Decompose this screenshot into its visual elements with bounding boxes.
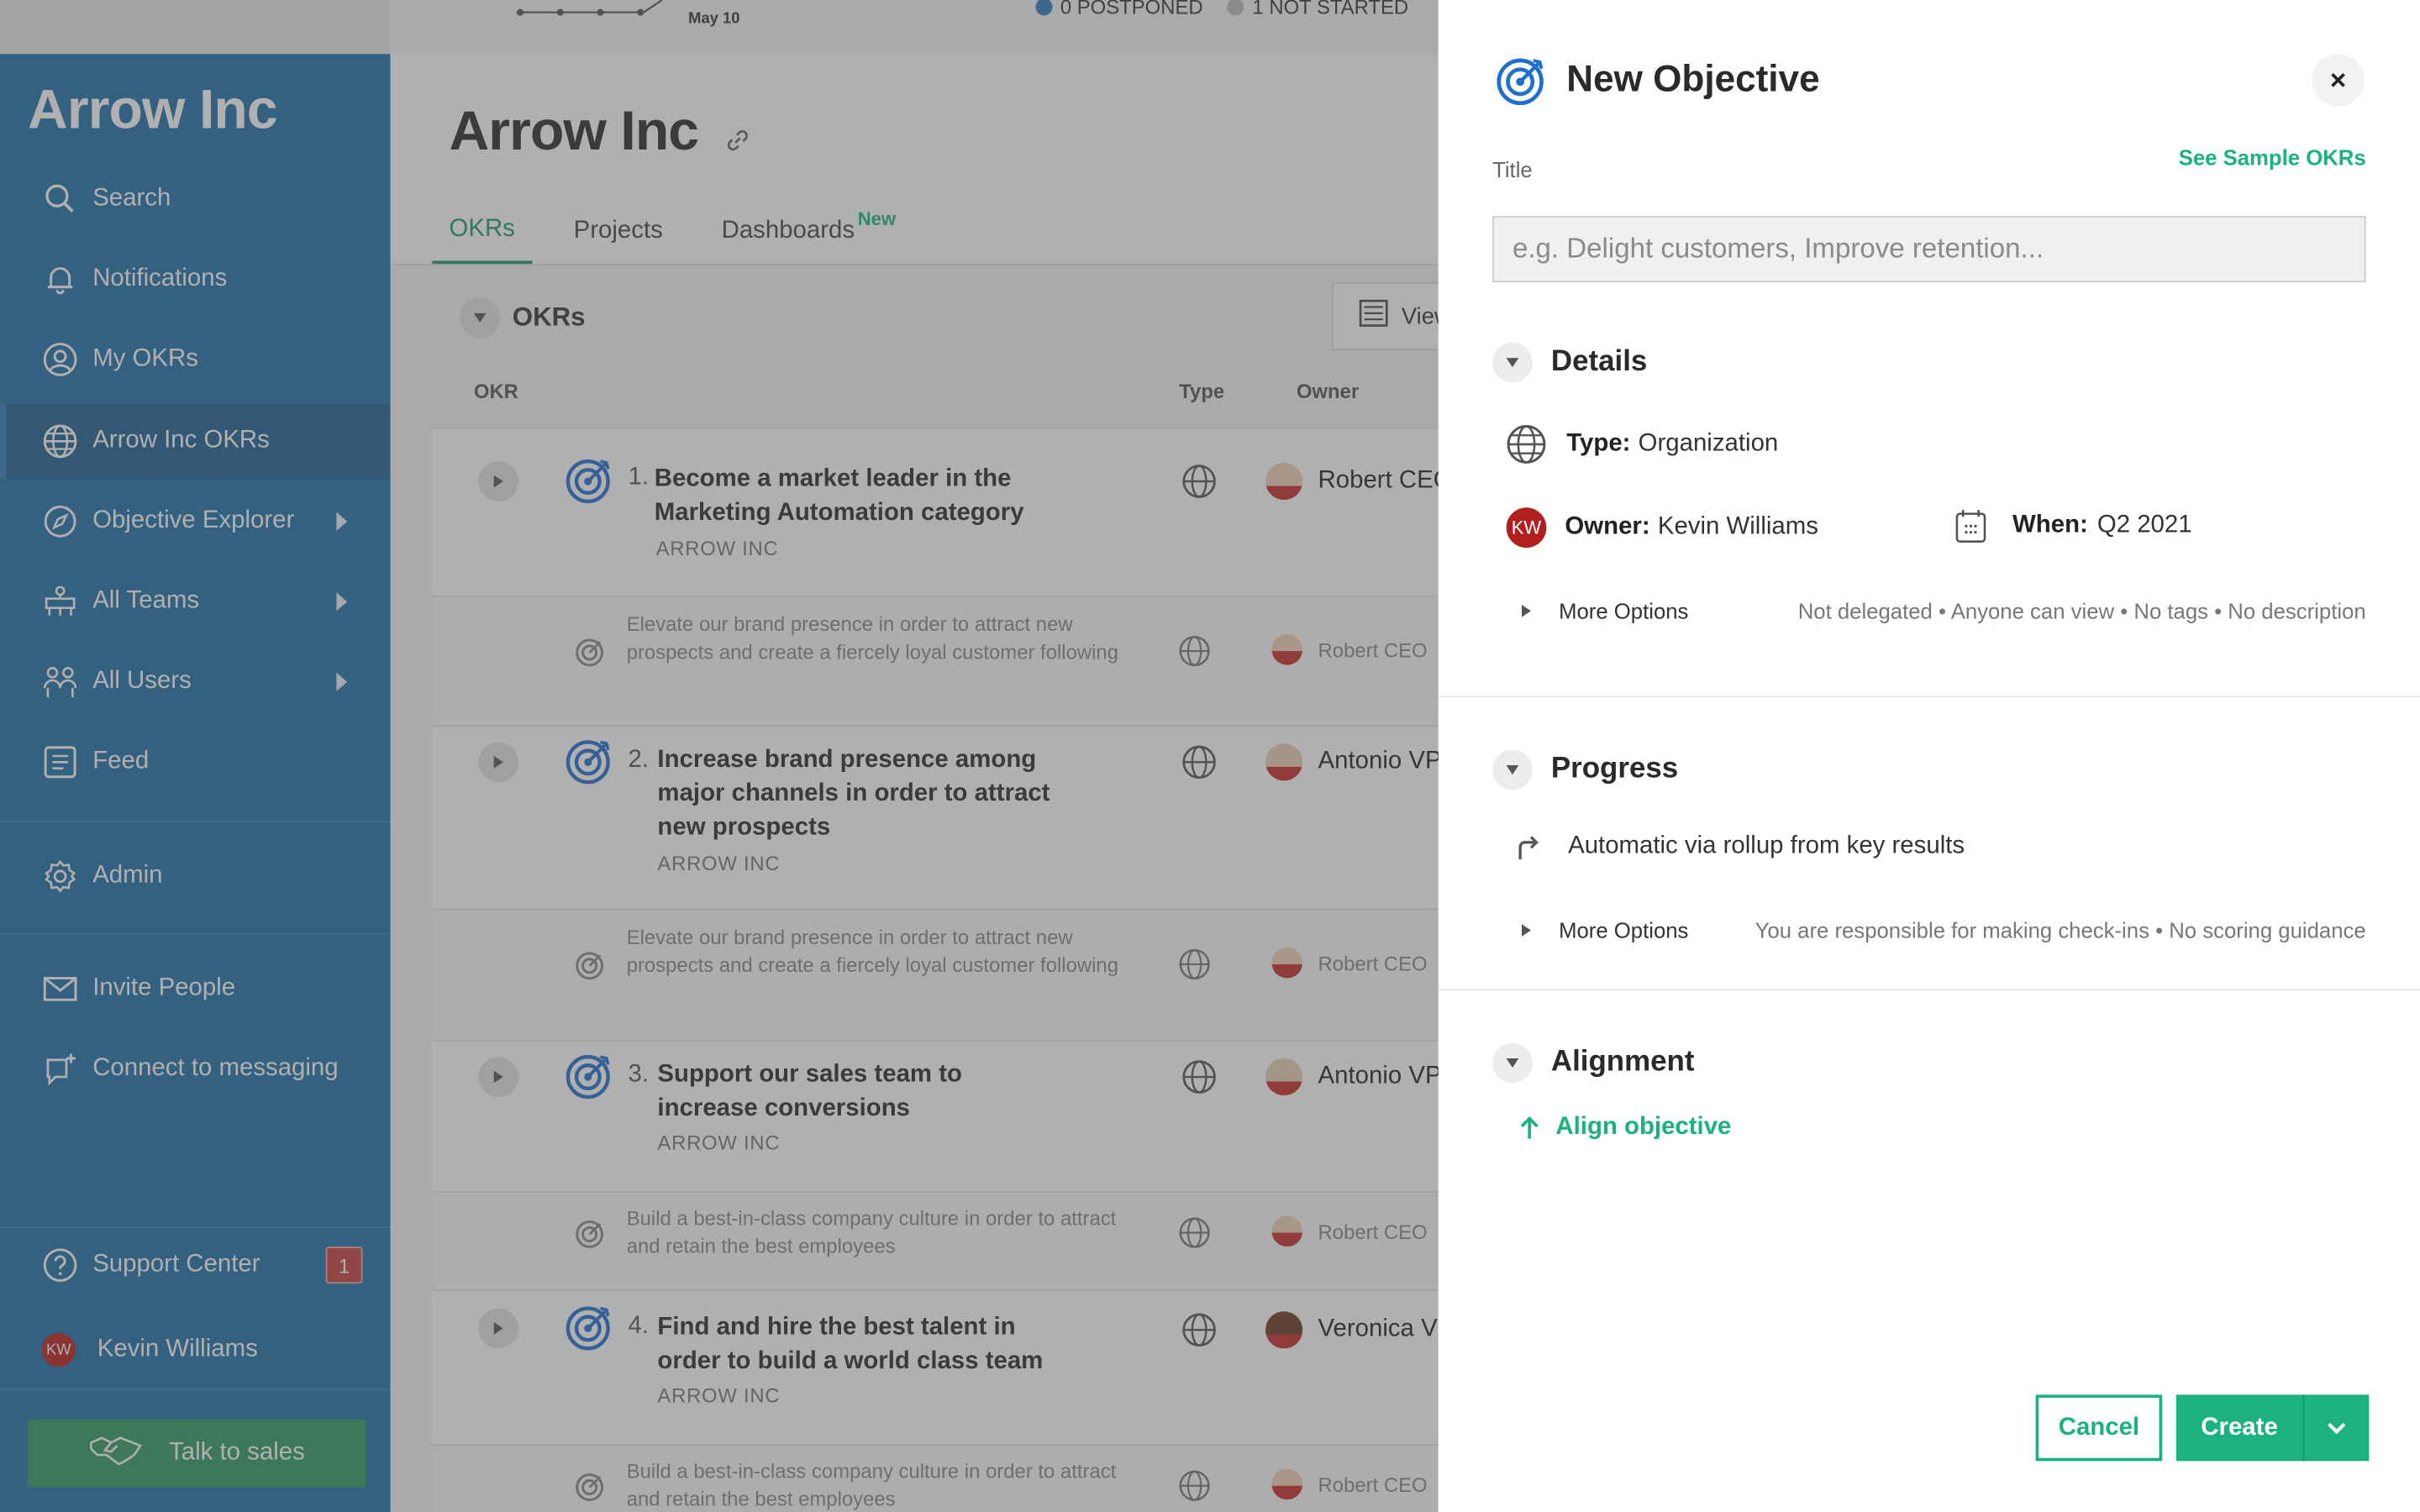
when-field[interactable]: When: Q2 2021: [1954, 507, 2192, 544]
create-button[interactable]: Create: [2175, 1394, 2303, 1462]
create-options-dropdown[interactable]: [2302, 1394, 2370, 1462]
calendar-icon: [1954, 507, 1987, 544]
align-objective-label: Align objective: [1555, 1114, 1732, 1141]
details-meta-summary: Not delegated • Anyone can view • No tag…: [1797, 598, 2366, 624]
section-title: Alignment: [1550, 1046, 1695, 1079]
section-divider: [1438, 696, 2420, 698]
section-divider: [1438, 989, 2420, 991]
chevron-down-icon: [2326, 1420, 2348, 1436]
alignment-section-header[interactable]: Alignment: [1492, 1042, 1695, 1084]
owner-value: Kevin Williams: [1657, 513, 1818, 540]
avatar: KW: [1506, 507, 1547, 549]
details-section-header[interactable]: Details: [1492, 342, 1648, 383]
progress-meta-summary: You are responsible for making check-ins…: [1754, 917, 2366, 943]
section-title: Details: [1550, 345, 1648, 378]
section-title: Progress: [1550, 753, 1679, 785]
modal-backdrop[interactable]: [0, 0, 1439, 1512]
collapse-toggle[interactable]: [1492, 749, 1533, 790]
when-label: When:: [2012, 512, 2088, 539]
title-label: Title: [1492, 157, 1533, 182]
caret-down-icon: [1506, 358, 1519, 368]
align-objective-link[interactable]: Align objective: [1518, 1114, 1731, 1142]
globe-icon: [1505, 423, 1548, 465]
details-more-options[interactable]: More Options: [1521, 598, 1689, 624]
see-sample-okrs-link[interactable]: See Sample OKRs: [2179, 145, 2366, 170]
progress-mode-value: Automatic via rollup from key results: [1568, 832, 1965, 860]
when-value: Q2 2021: [2096, 512, 2192, 539]
owner-field[interactable]: KW Owner: Kevin Williams: [1506, 507, 1818, 549]
caret-right-icon: [1521, 604, 1532, 617]
caret-down-icon: [1506, 1058, 1519, 1068]
close-button[interactable]: ×: [2312, 54, 2365, 107]
caret-down-icon: [1506, 765, 1519, 775]
owner-label: Owner:: [1565, 513, 1650, 540]
type-field[interactable]: Type: Organization: [1505, 423, 1778, 465]
cancel-button[interactable]: Cancel: [2035, 1394, 2163, 1462]
collapse-toggle[interactable]: [1492, 342, 1533, 383]
new-objective-panel: New Objective × Title See Sample OKRs De…: [1438, 0, 2420, 1512]
objective-icon: [1494, 55, 1546, 116]
caret-right-icon: [1521, 924, 1532, 937]
more-options-label: More Options: [1559, 917, 1689, 943]
progress-mode-field[interactable]: Automatic via rollup from key results: [1516, 833, 1965, 861]
close-icon: ×: [2329, 64, 2347, 95]
rollup-arrow-icon: [1516, 833, 1540, 861]
arrow-up-icon: [1518, 1116, 1540, 1140]
panel-title: New Objective: [1566, 58, 1820, 101]
progress-section-header[interactable]: Progress: [1492, 749, 1679, 790]
progress-more-options[interactable]: More Options: [1521, 917, 1689, 943]
type-label: Type:: [1566, 430, 1631, 457]
collapse-toggle[interactable]: [1492, 1042, 1533, 1084]
type-value: Organization: [1638, 430, 1779, 457]
more-options-label: More Options: [1559, 598, 1689, 624]
objective-title-input[interactable]: [1492, 216, 2366, 283]
